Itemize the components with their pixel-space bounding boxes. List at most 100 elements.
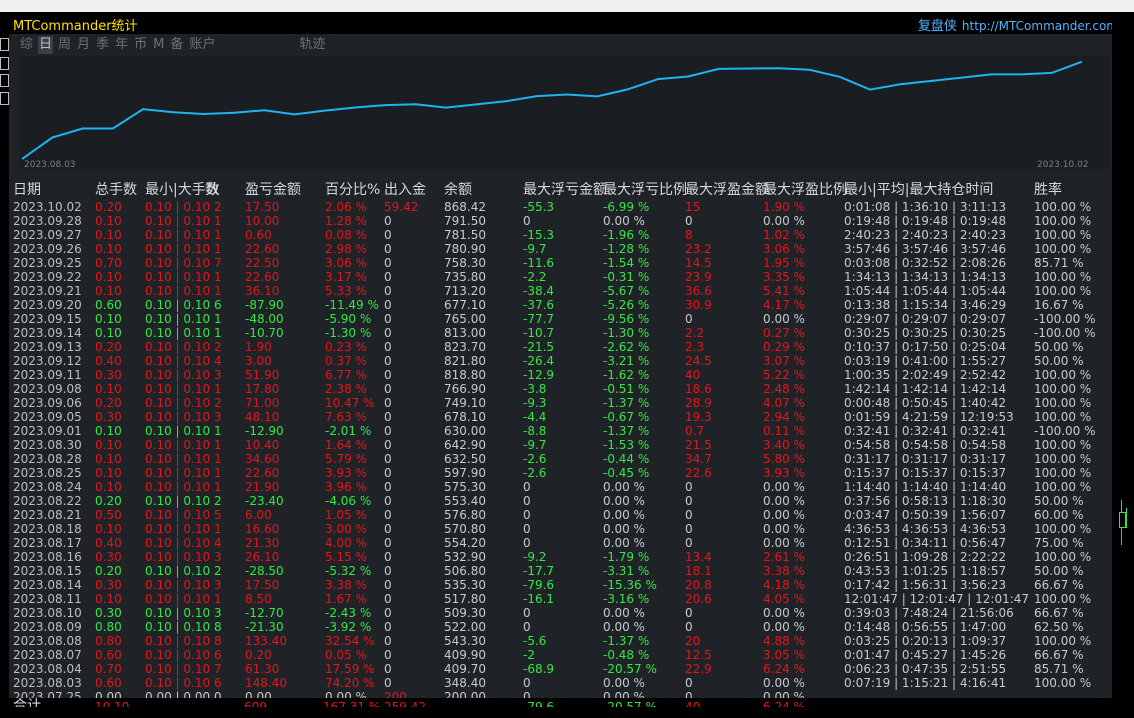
table-row[interactable]: 2023.08.07 0.60 0.10 | 0.10 6 0.20 0.05 % 0 409… bbox=[9, 648, 1112, 662]
header-3[interactable]: 数 bbox=[205, 182, 219, 199]
table-row[interactable]: 2023.09.14 0.10 0.10 | 0.10 1 -10.70 -1.30 % 0… bbox=[9, 326, 1112, 340]
cell-4: 0.20 bbox=[245, 648, 272, 662]
cell-10: 0 bbox=[685, 494, 693, 508]
cell-6: 0 bbox=[384, 214, 392, 228]
cell-4: -28.50 bbox=[245, 564, 284, 578]
table-row[interactable]: 2023.09.20 0.60 0.10 | 0.10 6 -87.90 -11.49 %… bbox=[9, 298, 1112, 312]
table-row[interactable]: 2023.09.21 0.10 0.10 | 0.10 1 36.10 5.33 % 0 71… bbox=[9, 284, 1112, 298]
tab-9[interactable]: 账户 bbox=[188, 36, 216, 54]
header-9[interactable]: 最大浮亏比例 bbox=[603, 182, 687, 199]
cell-0: 2023.09.08 bbox=[13, 382, 82, 396]
table-row[interactable]: 2023.09.22 0.10 0.10 | 0.10 1 22.60 3.17 % 0 73… bbox=[9, 270, 1112, 284]
cell-12: 0:03:47 | 0:50:39 | 1:56:07 bbox=[844, 508, 1007, 522]
tab-6[interactable]: 币 bbox=[133, 36, 148, 54]
table-row[interactable]: 2023.08.03 0.60 0.10 | 0.10 6 148.40 74.20 % 0… bbox=[9, 676, 1112, 690]
cell-11: 0.00 % bbox=[763, 214, 805, 228]
toolbar-box-2[interactable] bbox=[0, 57, 9, 70]
table-row[interactable]: 2023.09.15 0.10 0.10 | 0.10 1 -48.00 -5.90 % 0… bbox=[9, 312, 1112, 326]
header-12[interactable]: 最小|平均|最大持仓时间 bbox=[844, 182, 993, 199]
table-row[interactable]: 2023.09.11 0.30 0.10 | 0.10 3 51.90 6.77 % 0 81… bbox=[9, 368, 1112, 382]
cell-8: -12.9 bbox=[523, 368, 555, 382]
header-8[interactable]: 最大浮亏金额 bbox=[523, 182, 607, 199]
table-row[interactable]: 2023.08.14 0.30 0.10 | 0.10 3 17.50 3.38 % 0 53… bbox=[9, 578, 1112, 592]
cell-3: 4 bbox=[214, 354, 222, 368]
cell-5: 1.28 % bbox=[325, 214, 367, 228]
table-row[interactable]: 2023.08.17 0.40 0.10 | 0.10 4 21.30 4.00 % 0 55… bbox=[9, 536, 1112, 550]
tab-0[interactable]: 综 bbox=[19, 36, 34, 54]
cell-6: 0 bbox=[384, 340, 392, 354]
table-row[interactable]: 2023.08.25 0.10 0.10 | 0.10 1 22.60 3.93 % 0 59… bbox=[9, 466, 1112, 480]
cell-11: 0.00 % bbox=[763, 536, 805, 550]
table-row[interactable]: 2023.09.13 0.20 0.10 | 0.10 2 1.90 0.23 % 0 823… bbox=[9, 340, 1112, 354]
header-10[interactable]: 最大浮盈金额 bbox=[685, 182, 769, 199]
cell-10: 36.6 bbox=[685, 284, 712, 298]
tab-7[interactable]: M bbox=[152, 36, 165, 54]
table-row[interactable]: 2023.08.24 0.10 0.10 | 0.10 1 21.90 3.96 % 0 57… bbox=[9, 480, 1112, 494]
cell-13: 100.00 % bbox=[1034, 550, 1092, 564]
tab-10[interactable]: 轨迹 bbox=[298, 36, 326, 54]
table-row[interactable]: 2023.09.08 0.10 0.10 | 0.10 1 17.80 2.38 % 0 76… bbox=[9, 382, 1112, 396]
header-4[interactable]: 盈亏金额 bbox=[245, 182, 301, 199]
header-13[interactable]: 胜率 bbox=[1034, 182, 1062, 199]
table-row[interactable]: 2023.08.16 0.30 0.10 | 0.10 3 26.10 5.15 % 0 53… bbox=[9, 550, 1112, 564]
header-7[interactable]: 余额 bbox=[444, 182, 472, 199]
cell-7: 553.40 bbox=[444, 494, 486, 508]
brand-url[interactable]: http://MTCommander.com bbox=[962, 19, 1118, 33]
cell-1: 0.20 bbox=[95, 340, 122, 354]
table-row[interactable]: 2023.08.08 0.80 0.10 | 0.10 8 133.40 32.54 % 0… bbox=[9, 634, 1112, 648]
toolbar-box-4[interactable] bbox=[0, 92, 9, 105]
table-row[interactable]: 2023.09.25 0.70 0.10 | 0.10 7 22.50 3.06 % 0 75… bbox=[9, 256, 1112, 270]
cell-0: 2023.08.22 bbox=[13, 494, 82, 508]
cell-2: 0.10 | 0.10 bbox=[145, 536, 211, 550]
table-row[interactable]: 2023.09.27 0.10 0.10 | 0.10 1 0.60 0.08 % 0 781… bbox=[9, 228, 1112, 242]
cell-2: 0.10 | 0.10 bbox=[145, 214, 211, 228]
tab-2[interactable]: 周 bbox=[57, 36, 72, 54]
table-row[interactable]: 2023.08.11 0.10 0.10 | 0.10 1 8.50 1.67 % 0 517… bbox=[9, 592, 1112, 606]
header-0[interactable]: 日期 bbox=[13, 182, 41, 199]
table-row[interactable]: 2023.08.30 0.10 0.10 | 0.10 1 10.40 1.64 % 0 64… bbox=[9, 438, 1112, 452]
table-row[interactable]: 2023.09.05 0.30 0.10 | 0.10 3 48.10 7.63 % 0 67… bbox=[9, 410, 1112, 424]
header-5[interactable]: 百分比% bbox=[325, 182, 380, 199]
cell-1: 0.10 bbox=[95, 424, 122, 438]
cell-9: -5.67 % bbox=[603, 284, 650, 298]
cell-11: 2.48 % bbox=[763, 382, 805, 396]
header-11[interactable]: 最大浮盈比例 bbox=[763, 182, 847, 199]
cell-12: 0:26:51 | 1:09:28 | 2:22:22 bbox=[844, 550, 1007, 564]
table-row[interactable]: 2023.08.04 0.70 0.10 | 0.10 7 61.30 17.59 % 0 4… bbox=[9, 662, 1112, 676]
cell-5: 1.67 % bbox=[325, 592, 367, 606]
cell-10: 0 bbox=[685, 676, 693, 690]
cell-2: 0.10 | 0.10 bbox=[145, 410, 211, 424]
table-row[interactable]: 2023.08.22 0.20 0.10 | 0.10 2 -23.40 -4.06 % 0… bbox=[9, 494, 1112, 508]
tab-3[interactable]: 月 bbox=[76, 36, 91, 54]
cell-9: -1.37 % bbox=[603, 634, 650, 648]
table-row[interactable]: 2023.09.12 0.40 0.10 | 0.10 4 3.00 0.37 % 0 821… bbox=[9, 354, 1112, 368]
cell-10: 0 bbox=[685, 508, 693, 522]
table-row[interactable]: 2023.08.09 0.80 0.10 | 0.10 8 -21.30 -3.92 % 0… bbox=[9, 620, 1112, 634]
header-1[interactable]: 总手数 bbox=[95, 182, 137, 199]
table-row[interactable]: 2023.08.28 0.10 0.10 | 0.10 1 34.60 5.79 % 0 63… bbox=[9, 452, 1112, 466]
header-6[interactable]: 出入金 bbox=[384, 182, 426, 199]
table-row[interactable]: 2023.08.21 0.50 0.10 | 0.10 5 6.00 1.05 % 0 576… bbox=[9, 508, 1112, 522]
toolbar-box-1[interactable] bbox=[0, 38, 9, 51]
tab-1[interactable]: 日 bbox=[38, 36, 54, 54]
brand-link[interactable]: 复盘侠 http://MTCommander.com bbox=[918, 15, 1118, 34]
cell-2: 0.10 | 0.10 bbox=[145, 452, 211, 466]
table-row[interactable]: 2023.08.18 0.10 0.10 | 0.10 1 16.60 3.00 % 0 57… bbox=[9, 522, 1112, 536]
tab-8[interactable]: 备 bbox=[169, 36, 184, 54]
cell-3: 2 bbox=[214, 564, 222, 578]
table-row[interactable]: 2023.09.26 0.10 0.10 | 0.10 1 22.60 2.98 % 0 78… bbox=[9, 242, 1112, 256]
table-row[interactable]: 2023.09.28 0.10 0.10 | 0.10 1 10.00 1.28 % 0 79… bbox=[9, 214, 1112, 228]
table-row[interactable]: 2023.09.01 0.10 0.10 | 0.10 1 -12.90 -2.01 % 0… bbox=[9, 424, 1112, 438]
tab-5[interactable]: 年 bbox=[114, 36, 129, 54]
cell-5: -1.30 % bbox=[325, 326, 372, 340]
table-row[interactable]: 2023.10.02 0.20 0.10 | 0.10 2 17.50 2.06 % 59.… bbox=[9, 200, 1112, 214]
cell-8: -55.3 bbox=[523, 200, 555, 214]
table-row[interactable]: 2023.08.15 0.20 0.10 | 0.10 2 -28.50 -5.32 % 0… bbox=[9, 564, 1112, 578]
table-row[interactable]: 2023.08.10 0.30 0.10 | 0.10 3 -12.70 -2.43 % 0… bbox=[9, 606, 1112, 620]
cell-8: -4.4 bbox=[523, 410, 547, 424]
cell-4: 22.60 bbox=[245, 466, 280, 480]
toolbar-box-3[interactable] bbox=[0, 74, 9, 87]
cell-0: 2023.08.24 bbox=[13, 480, 82, 494]
tab-4[interactable]: 季 bbox=[95, 36, 110, 54]
table-row[interactable]: 2023.09.06 0.20 0.10 | 0.10 2 71.00 10.47 % 0 7… bbox=[9, 396, 1112, 410]
